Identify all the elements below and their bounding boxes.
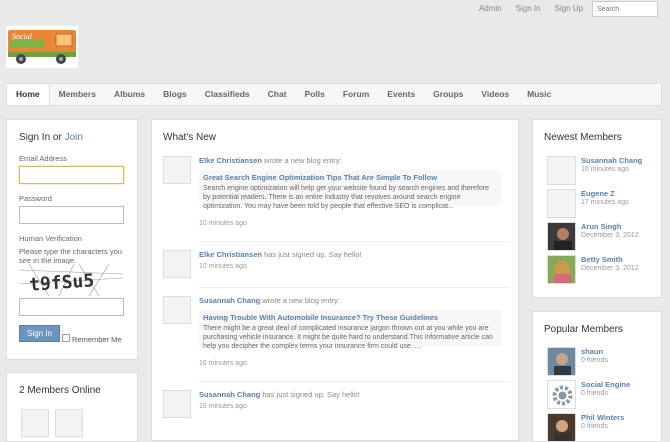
tab-classifieds[interactable]: Classifieds bbox=[196, 84, 259, 105]
activity-item: Susannah Chang wrote a new blog entry: H… bbox=[163, 296, 509, 382]
member-name[interactable]: shaun bbox=[581, 347, 603, 356]
avatar[interactable] bbox=[163, 250, 191, 278]
verification-label: Human Verification bbox=[19, 234, 82, 243]
member-name[interactable]: Betty Smith bbox=[581, 255, 623, 264]
activity-user[interactable]: Elke Christiansen bbox=[199, 156, 262, 165]
avatar[interactable] bbox=[163, 156, 191, 184]
newest-members-title: Newest Members bbox=[544, 132, 622, 143]
member-name[interactable]: Eugene Z bbox=[581, 189, 615, 198]
avatar[interactable] bbox=[163, 296, 191, 324]
avatar[interactable] bbox=[21, 409, 49, 437]
member-friends: 0 friends bbox=[581, 390, 608, 397]
activity-time: 10 minutes ago bbox=[199, 220, 247, 227]
avatar[interactable] bbox=[547, 222, 576, 251]
remember-label: Remember Me bbox=[72, 335, 122, 344]
gear-icon[interactable] bbox=[547, 380, 576, 409]
activity-user[interactable]: Susannah Chang bbox=[199, 296, 260, 305]
member-friends: 0 friends bbox=[581, 423, 608, 430]
whats-new-title: What's New bbox=[163, 132, 217, 143]
avatar[interactable] bbox=[547, 255, 576, 284]
member-name[interactable]: Phil Winters bbox=[581, 413, 624, 422]
online-panel: 2 Members Online bbox=[6, 372, 138, 442]
member-name[interactable]: Social Engine bbox=[581, 380, 630, 389]
password-field[interactable] bbox=[19, 206, 124, 224]
activity-item: Elke Christiansen wrote a new blog entry… bbox=[163, 156, 509, 242]
member-friends: 0 friends bbox=[581, 357, 608, 364]
activity-item: Susannah Chang has just signed up. Say h… bbox=[163, 390, 509, 430]
captcha-field[interactable] bbox=[19, 298, 124, 316]
signin-link[interactable]: Sign In bbox=[516, 4, 541, 13]
member-time: December 3, 2012 bbox=[581, 232, 639, 239]
tab-forum[interactable]: Forum bbox=[334, 84, 378, 105]
tab-videos[interactable]: Videos bbox=[472, 84, 518, 105]
search-input[interactable] bbox=[592, 1, 658, 17]
email-label: Email Address bbox=[19, 154, 67, 163]
tab-blogs[interactable]: Blogs bbox=[154, 84, 196, 105]
avatar[interactable] bbox=[163, 390, 191, 418]
tab-chat[interactable]: Chat bbox=[259, 84, 296, 105]
tab-polls[interactable]: Polls bbox=[296, 84, 334, 105]
site-logo[interactable]: Social bbox=[6, 26, 78, 68]
member-name[interactable]: Arun Singh bbox=[581, 222, 621, 231]
activity-user[interactable]: Elke Christiansen bbox=[199, 250, 262, 259]
avatar[interactable] bbox=[547, 189, 576, 218]
admin-link[interactable]: Admin bbox=[479, 4, 502, 13]
avatar[interactable] bbox=[547, 156, 576, 185]
logo-text: Social bbox=[12, 32, 33, 41]
tab-groups[interactable]: Groups bbox=[424, 84, 472, 105]
member-time: 16 minutes ago bbox=[581, 166, 629, 173]
avatar[interactable] bbox=[547, 413, 576, 442]
blog-excerpt: Search engine optimization will help get… bbox=[203, 185, 490, 210]
signup-link[interactable]: Sign Up bbox=[555, 4, 583, 13]
join-link[interactable]: Join bbox=[65, 132, 83, 143]
popular-members-panel: Popular Members shaun 0 friends Social E… bbox=[532, 311, 662, 442]
online-title: 2 Members Online bbox=[19, 385, 101, 396]
member-time: December 3, 2012 bbox=[581, 265, 639, 272]
whats-new-panel: What's New Elke Christiansen wrote a new… bbox=[151, 119, 519, 441]
member-time: 17 minutes ago bbox=[581, 199, 629, 206]
tab-albums[interactable]: Albums bbox=[105, 84, 154, 105]
blog-preview: Having Trouble With Automobile Insurance… bbox=[199, 310, 501, 350]
tab-events[interactable]: Events bbox=[378, 84, 424, 105]
captcha-hint: Please type the characters you see in th… bbox=[19, 247, 122, 265]
avatar[interactable] bbox=[547, 347, 576, 376]
avatar[interactable] bbox=[55, 409, 83, 437]
signin-panel: Sign In or Join Email Address Password H… bbox=[6, 119, 138, 360]
blog-title[interactable]: Great Search Engine Optimization Tips Th… bbox=[203, 173, 497, 182]
signin-button[interactable]: Sign In bbox=[19, 325, 60, 342]
tab-home[interactable]: Home bbox=[7, 84, 50, 105]
blog-preview: Great Search Engine Optimization Tips Th… bbox=[199, 170, 501, 210]
main-nav: Home Members Albums Blogs Classifieds Ch… bbox=[6, 83, 662, 106]
captcha-image: t9fSu5 bbox=[18, 263, 124, 297]
blog-title[interactable]: Having Trouble With Automobile Insurance… bbox=[203, 313, 497, 322]
activity-time: 16 minutes ago bbox=[199, 360, 247, 367]
email-field[interactable] bbox=[19, 166, 124, 184]
popular-members-title: Popular Members bbox=[544, 324, 623, 335]
top-links: Admin Sign In Sign Up bbox=[479, 4, 583, 13]
member-name[interactable]: Susannah Chang bbox=[581, 156, 642, 165]
newest-members-panel: Newest Members Susannah Chang 16 minutes… bbox=[532, 119, 662, 298]
activity-item: Elke Christiansen has just signed up. Sa… bbox=[163, 250, 509, 290]
activity-time: 10 minutes ago bbox=[199, 263, 247, 270]
activity-time: 16 minutes ago bbox=[199, 403, 247, 410]
tab-members[interactable]: Members bbox=[50, 84, 105, 105]
activity-user[interactable]: Susannah Chang bbox=[199, 390, 260, 399]
tab-music[interactable]: Music bbox=[518, 84, 560, 105]
remember-checkbox[interactable] bbox=[62, 334, 70, 342]
signin-title: Sign In or Join bbox=[19, 132, 83, 143]
blog-excerpt: There might be a great deal of complicat… bbox=[203, 325, 493, 350]
password-label: Password bbox=[19, 194, 52, 203]
